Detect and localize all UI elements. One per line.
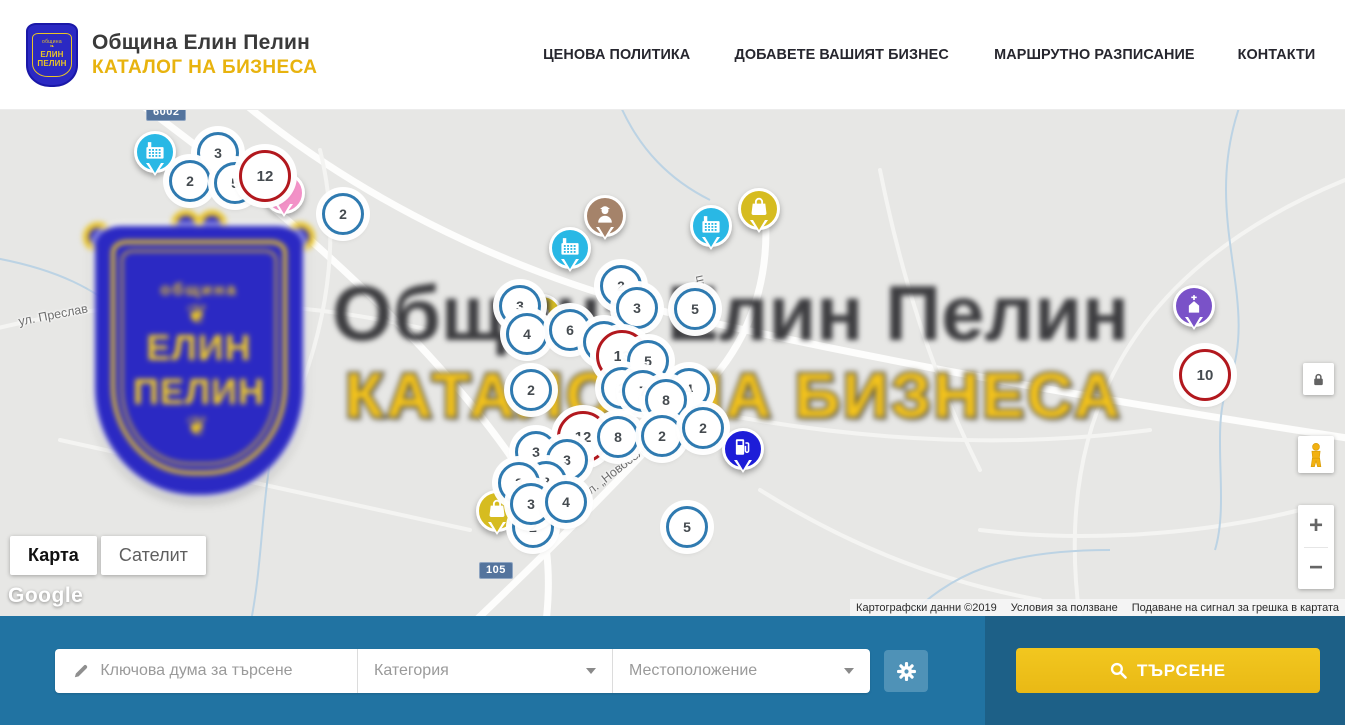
search-button-label: ТЪРСЕНЕ xyxy=(1137,661,1226,681)
cluster-count: 3 xyxy=(527,496,535,512)
pegman-button[interactable] xyxy=(1298,436,1334,473)
keyword-search-input[interactable] xyxy=(100,662,347,680)
bag-icon xyxy=(749,197,769,222)
map-type-satellite-button[interactable]: Сателит xyxy=(101,536,206,575)
gear-icon xyxy=(896,661,917,682)
worker-pin-marker[interactable] xyxy=(584,195,626,237)
pegman-icon xyxy=(1305,442,1327,468)
cluster-marker[interactable]: 12 xyxy=(239,150,291,202)
factory-pin-marker[interactable] xyxy=(134,131,176,173)
nav-item-pricing[interactable]: ЦЕНОВА ПОЛИТИКА xyxy=(543,46,690,63)
location-select[interactable]: Местоположение xyxy=(613,649,870,693)
factory-icon xyxy=(560,236,580,261)
cluster-marker[interactable]: 4 xyxy=(545,481,587,523)
fuel-pin-marker[interactable] xyxy=(722,428,764,470)
road-number-badge: 105 xyxy=(479,562,513,579)
cluster-count: 3 xyxy=(214,145,222,161)
factory-pin-marker[interactable] xyxy=(690,205,732,247)
search-submit-button[interactable]: ТЪРСЕНЕ xyxy=(1016,648,1320,693)
nav-item-route-schedule[interactable]: МАРШРУТНО РАЗПИСАНИЕ xyxy=(994,46,1194,63)
cluster-marker[interactable]: 2 xyxy=(682,407,724,449)
municipality-emblem-icon: община ❧ ЕЛИН ПЕЛИН xyxy=(26,23,78,87)
site-header: община ❧ ЕЛИН ПЕЛИН Община Елин Пелин КА… xyxy=(0,0,1345,110)
attribution-copyright: Картографски данни ©2019 xyxy=(856,602,997,614)
cluster-count: 10 xyxy=(1197,367,1214,384)
main-nav: ЦЕНОВА ПОЛИТИКА ДОБАВЕТЕ ВАШИЯТ БИЗНЕС М… xyxy=(540,46,1317,63)
site-title: Община Елин Пелин xyxy=(92,31,317,55)
cluster-count: 5 xyxy=(644,353,652,369)
cluster-count: 4 xyxy=(523,326,531,342)
cluster-count: 5 xyxy=(231,175,239,191)
cluster-marker[interactable]: 4 xyxy=(506,313,548,355)
site-subtitle: КАТАЛОГ НА БИЗНЕСА xyxy=(92,57,317,79)
cluster-marker[interactable]: 2 xyxy=(169,160,211,202)
cluster-marker[interactable]: 2 xyxy=(641,415,683,457)
cluster-count: 6 xyxy=(566,322,574,338)
cluster-count: 5 xyxy=(691,301,699,317)
advanced-search-button[interactable] xyxy=(884,650,928,692)
cluster-marker[interactable]: 3 xyxy=(616,287,658,329)
search-icon xyxy=(1110,662,1127,679)
pencil-icon xyxy=(73,663,88,680)
cluster-count: 2 xyxy=(527,382,535,398)
factory-pin-marker[interactable] xyxy=(549,227,591,269)
factory-icon xyxy=(701,214,721,239)
zoom-in-button[interactable]: + xyxy=(1298,505,1334,547)
cluster-marker[interactable]: 2 xyxy=(510,369,552,411)
cluster-count: 2 xyxy=(699,420,707,436)
cluster-count: 4 xyxy=(562,494,570,510)
map-type-control: Карта Сателит xyxy=(10,536,206,575)
cluster-count: 2 xyxy=(186,173,194,189)
road-number-badge: 6002 xyxy=(146,110,186,121)
attribution-terms-link[interactable]: Условия за ползване xyxy=(1011,602,1118,614)
church-icon xyxy=(1184,294,1204,319)
search-inputs-group: Категория Местоположение xyxy=(55,649,870,693)
google-logo[interactable]: Google xyxy=(8,584,83,608)
zoom-control: + − xyxy=(1298,505,1334,589)
cluster-marker[interactable]: 10 xyxy=(1179,349,1231,401)
streetview-lock-button[interactable] xyxy=(1303,363,1334,395)
emblem-line1: ЕЛИН xyxy=(40,50,63,59)
site-logo[interactable]: община ❧ ЕЛИН ПЕЛИН Община Елин Пелин КА… xyxy=(26,23,317,87)
cluster-count: 5 xyxy=(683,519,691,535)
map-type-map-button[interactable]: Карта xyxy=(10,536,97,575)
search-bar: Категория Местоположение xyxy=(0,616,1345,725)
bag-pin-marker[interactable] xyxy=(738,188,780,230)
cluster-count: 3 xyxy=(516,298,524,314)
cluster-marker[interactable]: 2 xyxy=(322,193,364,235)
map-attribution: Картографски данни ©2019 Условия за полз… xyxy=(850,599,1345,616)
google-map[interactable]: 325122323546713522748128223383234510ул. … xyxy=(0,110,1345,616)
location-select-value: Местоположение xyxy=(629,662,757,680)
church-pin-marker[interactable] xyxy=(1173,285,1215,327)
cluster-marker[interactable]: 8 xyxy=(597,416,639,458)
attribution-report-error-link[interactable]: Подаване на сигнал за грешка в картата xyxy=(1132,602,1339,614)
emblem-line2: ПЕЛИН xyxy=(37,59,66,68)
cluster-count: 3 xyxy=(532,444,540,460)
cluster-marker[interactable]: 5 xyxy=(666,506,708,548)
zoom-out-button[interactable]: − xyxy=(1298,547,1334,589)
cluster-count: 8 xyxy=(614,429,622,445)
worker-icon xyxy=(595,204,615,229)
bag-icon xyxy=(487,499,507,524)
chevron-down-icon xyxy=(844,668,854,674)
cluster-count: 8 xyxy=(662,392,670,408)
chevron-down-icon xyxy=(586,668,596,674)
cluster-count: 2 xyxy=(339,206,347,222)
page: община ❧ ЕЛИН ПЕЛИН Община Елин Пелин КА… xyxy=(0,0,1345,725)
cluster-count: 3 xyxy=(633,300,641,316)
factory-icon xyxy=(145,140,165,165)
cluster-count: 12 xyxy=(257,168,274,185)
street-label: ул. Преслав xyxy=(17,301,89,328)
nav-item-add-business[interactable]: ДОБАВЕТЕ ВАШИЯТ БИЗНЕС xyxy=(734,46,948,63)
category-select-value: Категория xyxy=(374,662,449,680)
lock-icon xyxy=(1311,372,1326,387)
category-select[interactable]: Категория xyxy=(358,649,613,693)
nav-item-contacts[interactable]: КОНТАКТИ xyxy=(1238,46,1316,63)
cluster-marker[interactable]: 5 xyxy=(674,288,716,330)
cluster-count: 2 xyxy=(658,428,666,444)
keyword-cell xyxy=(55,649,358,693)
fuel-icon xyxy=(733,437,753,462)
cluster-count: 3 xyxy=(563,452,571,468)
